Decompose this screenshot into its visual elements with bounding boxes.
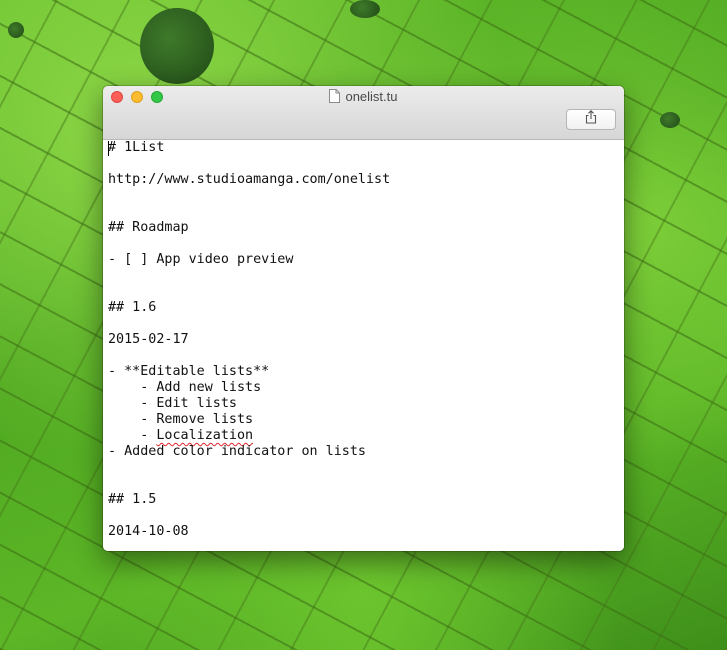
share-button[interactable] <box>566 109 616 130</box>
text-cursor <box>108 141 109 156</box>
text-line: - Added color indicator on lists <box>108 444 366 459</box>
title-bar[interactable]: onelist.tu <box>103 86 624 140</box>
share-icon <box>585 110 597 129</box>
text-line <box>108 268 619 284</box>
text-line: - Edit lists <box>108 396 237 411</box>
misspelled-word[interactable]: Localization <box>156 428 253 443</box>
text-line: ## 1.5 <box>108 492 157 507</box>
text-line: 2014-10-08 <box>108 524 189 539</box>
text-line: ## Roadmap <box>108 220 189 235</box>
text-line <box>108 236 619 252</box>
text-editor-window[interactable]: onelist.tu # 1List http://www.studioaman… <box>103 86 624 551</box>
wallpaper-tree <box>660 112 680 128</box>
text-line <box>108 156 619 172</box>
text-editor-content[interactable]: # 1List http://www.studioamanga.com/onel… <box>103 140 624 551</box>
text-line-localization: - Localization <box>108 428 619 444</box>
text-line: - **Editable lists** <box>108 364 270 379</box>
text-line <box>108 476 619 492</box>
text-line: - [ ] App video preview <box>108 252 294 267</box>
wallpaper-tree <box>8 22 24 38</box>
text-line: 2015-02-17 <box>108 332 189 347</box>
text-line <box>108 204 619 220</box>
window-title: onelist.tu <box>103 89 624 107</box>
text-line <box>108 508 619 524</box>
text-line: http://www.studioamanga.com/onelist <box>108 172 391 187</box>
text-line: ## 1.6 <box>108 300 157 315</box>
wallpaper-tree <box>140 8 214 84</box>
window-title-text: onelist.tu <box>345 89 398 104</box>
text-line <box>108 460 619 476</box>
text-line <box>108 188 619 204</box>
text-line: # 1List <box>108 140 165 155</box>
wallpaper-tree <box>350 0 380 18</box>
text-line <box>108 348 619 364</box>
line-prefix: - <box>108 428 157 443</box>
text-line: - Add new lists <box>108 380 262 395</box>
text-line <box>108 284 619 300</box>
document-icon <box>329 89 341 107</box>
text-line <box>108 316 619 332</box>
text-line: - Remove lists <box>108 412 254 427</box>
